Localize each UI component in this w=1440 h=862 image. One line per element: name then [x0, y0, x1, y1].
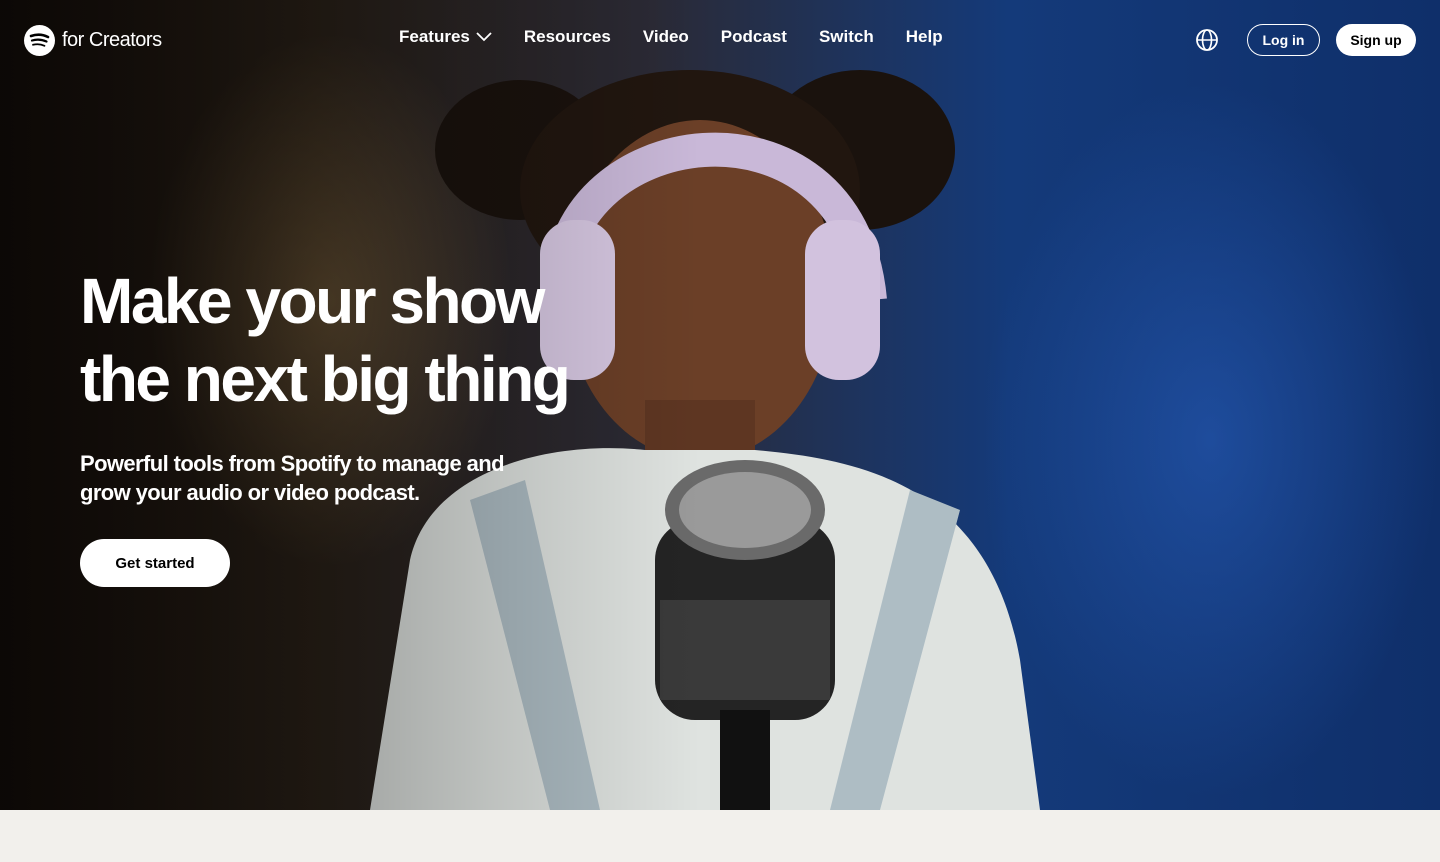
hero-headline: Make your show the next big thing	[80, 262, 640, 418]
next-section-band	[0, 810, 1440, 862]
nav-item-switch[interactable]: Switch	[819, 27, 874, 47]
nav-item-label: Video	[642, 27, 689, 46]
nav-item-podcast[interactable]: Podcast	[721, 27, 787, 47]
nav-item-video[interactable]: Video	[643, 27, 689, 47]
headline-line-1: Make your show	[80, 265, 545, 337]
nav-item-help[interactable]: Help	[906, 27, 943, 47]
nav-item-label: Resources	[523, 27, 611, 46]
nav-item-label: Switch	[818, 27, 874, 46]
hero-section: for Creators Features Resources Video Po…	[0, 0, 1440, 810]
site-logo[interactable]: for Creators	[24, 24, 162, 56]
nav-item-label: Features	[399, 27, 470, 46]
globe-icon[interactable]	[1195, 28, 1219, 52]
nav-item-resources[interactable]: Resources	[524, 27, 611, 47]
login-button[interactable]: Log in	[1247, 24, 1320, 56]
logo-text: for Creators	[62, 28, 162, 51]
nav-item-label: Help	[905, 27, 943, 46]
top-navigation: for Creators Features Resources Video Po…	[0, 0, 1440, 80]
get-started-button[interactable]: Get started	[80, 539, 230, 587]
main-menu: Features Resources Video Podcast Switch …	[399, 27, 975, 47]
spotify-logo-icon	[24, 24, 55, 56]
chevron-down-icon	[476, 32, 492, 42]
headline-line-2: the next big thing	[80, 343, 571, 415]
signup-button[interactable]: Sign up	[1336, 24, 1416, 56]
nav-item-features[interactable]: Features	[399, 27, 492, 47]
hero-subtext: Powerful tools from Spotify to manage an…	[80, 451, 505, 505]
nav-item-label: Podcast	[720, 27, 787, 46]
